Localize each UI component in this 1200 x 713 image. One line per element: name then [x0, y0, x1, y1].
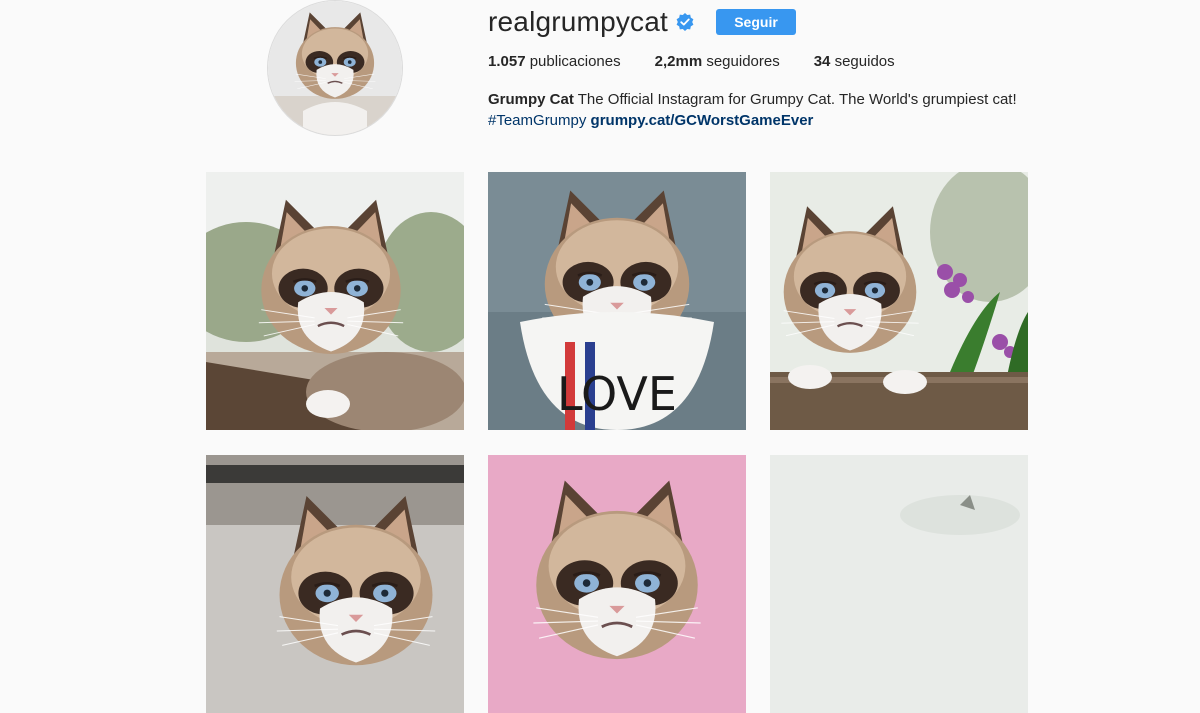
follow-button[interactable]: Seguir: [716, 9, 797, 35]
grumpy-cat-avatar-icon: [268, 1, 402, 135]
posts-label: publicaciones: [529, 53, 621, 70]
bio-name: Grumpy Cat: [488, 91, 574, 108]
username: realgrumpycat: [488, 6, 669, 37]
post-image: [770, 172, 1028, 430]
username-row: realgrumpycat Seguir: [488, 4, 797, 40]
bio-hashtag-link[interactable]: #TeamGrumpy: [488, 112, 586, 129]
posts-value: 1.057: [488, 53, 526, 70]
following-value: 34: [813, 53, 831, 70]
post-tile[interactable]: [488, 455, 746, 713]
post-image: [206, 172, 464, 430]
followers-value: 2,2mm: [654, 53, 703, 70]
followers-label: seguidores: [706, 53, 780, 70]
posts-count: 1.057 publicaciones: [488, 53, 621, 71]
verified-badge-icon: [676, 13, 694, 31]
profile-avatar[interactable]: [267, 0, 403, 136]
post-image: LOVE: [488, 172, 746, 430]
profile-stats: 1.057 publicaciones 2,2mm seguidores 34 …: [488, 53, 929, 71]
followers-link[interactable]: 2,2mm seguidores: [655, 53, 780, 71]
post-tile[interactable]: [206, 455, 464, 713]
post-tile[interactable]: LOVE: [488, 172, 746, 430]
post-image: [206, 455, 464, 713]
post-tile[interactable]: [770, 172, 1028, 430]
post-tile[interactable]: [770, 455, 1028, 713]
post-image: [770, 455, 1028, 713]
profile-bio: Grumpy Cat The Official Instagram for Gr…: [488, 89, 1048, 131]
following-link[interactable]: 34 seguidos: [814, 53, 895, 71]
bio-external-link[interactable]: grumpy.cat/GCWorstGameEver: [591, 112, 814, 129]
post-image: [488, 455, 746, 713]
following-label: seguidos: [834, 53, 895, 70]
bio-text: The Official Instagram for Grumpy Cat. T…: [577, 91, 1017, 108]
post-tile[interactable]: [206, 172, 464, 430]
bib-text: LOVE: [557, 367, 677, 421]
